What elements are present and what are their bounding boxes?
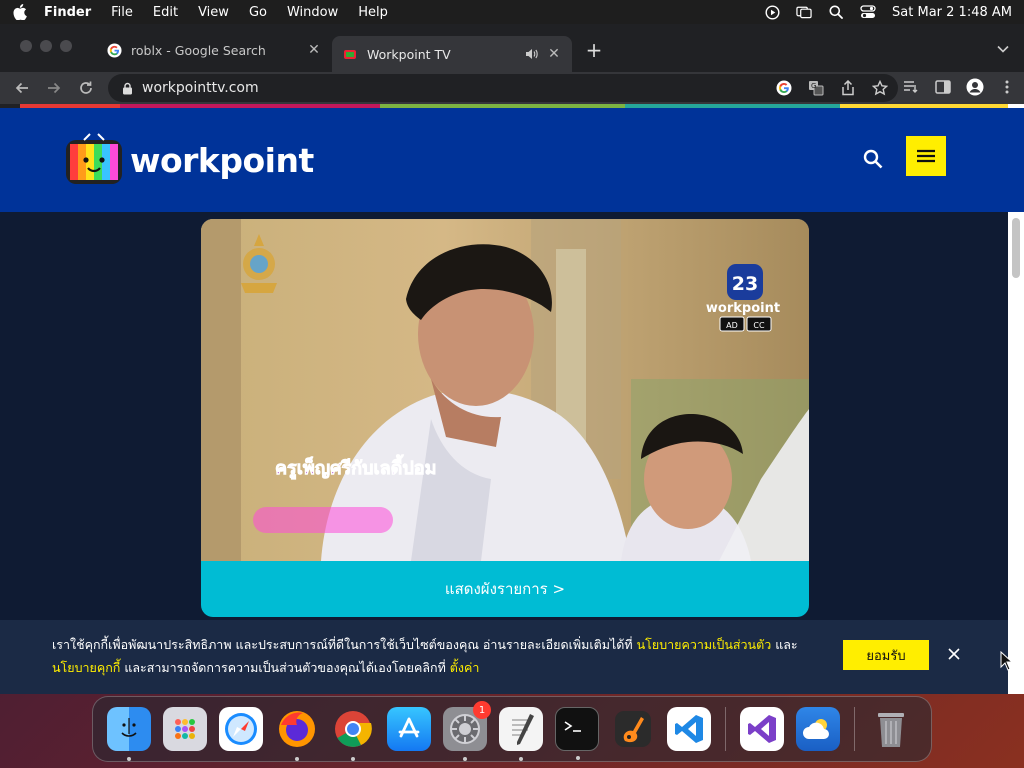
show-schedule-button[interactable]: แสดงผังรายการ > [201,561,809,617]
visual-studio-icon[interactable] [740,707,784,751]
launchpad-icon[interactable] [163,707,207,751]
vscode-icon[interactable] [667,707,711,751]
tab-title: Workpoint TV [367,46,451,62]
textedit-icon[interactable] [499,707,543,761]
reload-icon[interactable] [72,74,100,102]
menu-view[interactable]: View [198,5,229,20]
terminal-icon[interactable] [555,707,599,760]
kebab-menu-icon[interactable] [998,78,1016,96]
address-bar[interactable]: workpointtv.com G [108,74,898,102]
lock-icon[interactable] [120,81,134,95]
share-icon[interactable] [838,78,858,98]
svg-text:AD: AD [726,321,738,330]
privacy-policy-link[interactable]: นโยบายความเป็นส่วนตัว [637,637,772,652]
trash-icon[interactable] [869,707,913,751]
site-header: workpoint [0,108,1024,212]
maximize-window-button[interactable] [60,40,72,52]
clock[interactable]: Sat Mar 2 1:48 AM [892,5,1012,20]
cookie-message: เราใช้คุกกี้เพื่อพัฒนาประสิทธิภาพ และประ… [52,633,812,679]
svg-text:23: 23 [732,273,758,295]
firefox-icon[interactable] [275,707,319,761]
menu-app-name[interactable]: Finder [44,5,91,20]
new-tab-button[interactable]: + [584,38,604,62]
web-page: workpoint ครูเพ็ญศรีกับเลดี้ปอม 23 workp… [0,108,1024,694]
menu-edit[interactable]: Edit [153,5,178,20]
toolbar-actions [902,78,1016,96]
hamburger-menu-button[interactable] [906,136,946,176]
menu-bar: Finder File Edit View Go Window Help Sat… [0,0,1024,24]
reading-list-icon[interactable] [902,78,920,96]
show-title-overlay: ครูเพ็ญศรีกับเลดี้ปอม [275,454,436,480]
omnibox-actions: G [774,78,890,98]
accept-cookies-button[interactable]: ยอมรับ [843,640,929,670]
profile-avatar-icon[interactable] [966,78,984,96]
svg-text:workpoint: workpoint [706,301,780,316]
garageband-icon[interactable] [611,707,655,751]
safari-icon[interactable] [219,707,263,751]
menu-window[interactable]: Window [287,5,338,20]
side-panel-icon[interactable] [934,78,952,96]
workpoint-logo[interactable]: workpoint [62,132,314,188]
bookmark-star-icon[interactable] [870,78,890,98]
tab-strip: roblx - Google Search ✕ Workpoint TV ✕ + [0,24,1024,72]
url-text[interactable]: workpointtv.com [142,80,259,96]
cookie-text-and: และ [771,637,798,652]
apple-menu-icon[interactable] [12,4,28,20]
forward-arrow-icon[interactable] [40,74,68,102]
speaker-icon[interactable] [524,47,538,61]
dock-separator [854,707,855,751]
logo-wordmark: workpoint [130,140,314,180]
scrollbar-thumb[interactable] [1012,218,1020,278]
workpoint-tv-logo-icon [66,133,122,184]
play-circle-icon[interactable] [764,4,780,20]
cookie-text: เราใช้คุกกี้เพื่อพัฒนาประสิทธิภาพ และประ… [52,637,637,652]
mouse-cursor-icon [1000,651,1012,671]
tab-workpoint-tv[interactable]: Workpoint TV ✕ [332,36,572,72]
close-icon[interactable] [944,644,964,664]
status-area: Sat Mar 2 1:48 AM [764,5,1012,20]
browser-toolbar: workpointtv.com G [0,72,1024,104]
svg-text:CC: CC [753,321,765,330]
cookie-policy-link[interactable]: นโยบายคุกกี้ [52,660,120,675]
back-arrow-icon[interactable] [8,74,36,102]
notification-badge: 1 [473,701,491,719]
google-lens-icon[interactable] [774,78,794,98]
finder-icon[interactable] [107,707,151,761]
close-window-button[interactable] [20,40,32,52]
live-video-player[interactable]: ครูเพ็ญศรีกับเลดี้ปอม 23 workpoint AD CC [201,219,809,561]
menu-go[interactable]: Go [249,5,267,20]
video-frame: ครูเพ็ญศรีกับเลดี้ปอม 23 workpoint AD CC [201,219,809,561]
spotlight-search-icon[interactable] [828,5,844,19]
dock: 1 [92,696,932,762]
window-controls [20,40,72,52]
chevron-down-icon[interactable] [996,42,1010,56]
chrome-icon[interactable] [331,707,375,761]
tab-google-search[interactable]: roblx - Google Search ✕ [96,36,332,64]
menu-help[interactable]: Help [358,5,388,20]
google-icon [106,42,122,58]
cookie-settings-link[interactable]: ตั้งค่า [450,660,480,675]
screen-mirror-icon[interactable] [796,5,812,19]
weather-icon[interactable] [796,707,840,751]
workpoint-icon [342,46,358,62]
hamburger-icon [917,149,935,163]
page-scrollbar[interactable] [1008,212,1024,694]
app-store-icon[interactable] [387,707,431,751]
tab-close-icon[interactable]: ✕ [306,42,322,58]
tab-title: roblx - Google Search [131,42,266,58]
tab-close-icon[interactable]: ✕ [546,46,562,62]
svg-text:G: G [811,82,816,90]
dock-separator [725,707,726,751]
menu-file[interactable]: File [111,5,133,20]
browser-window: roblx - Google Search ✕ Workpoint TV ✕ + [0,24,1024,694]
minimize-window-button[interactable] [40,40,52,52]
system-preferences-icon[interactable]: 1 [443,701,491,761]
control-center-icon[interactable] [860,5,876,19]
cookie-consent-banner: เราใช้คุกกี้เพื่อพัฒนาประสิทธิภาพ และประ… [0,620,1008,694]
translate-icon[interactable]: G [806,78,826,98]
search-icon[interactable] [860,146,886,172]
cookie-text-2: และสามารถจัดการความเป็นส่วนตัวของคุณได้เ… [120,660,450,675]
